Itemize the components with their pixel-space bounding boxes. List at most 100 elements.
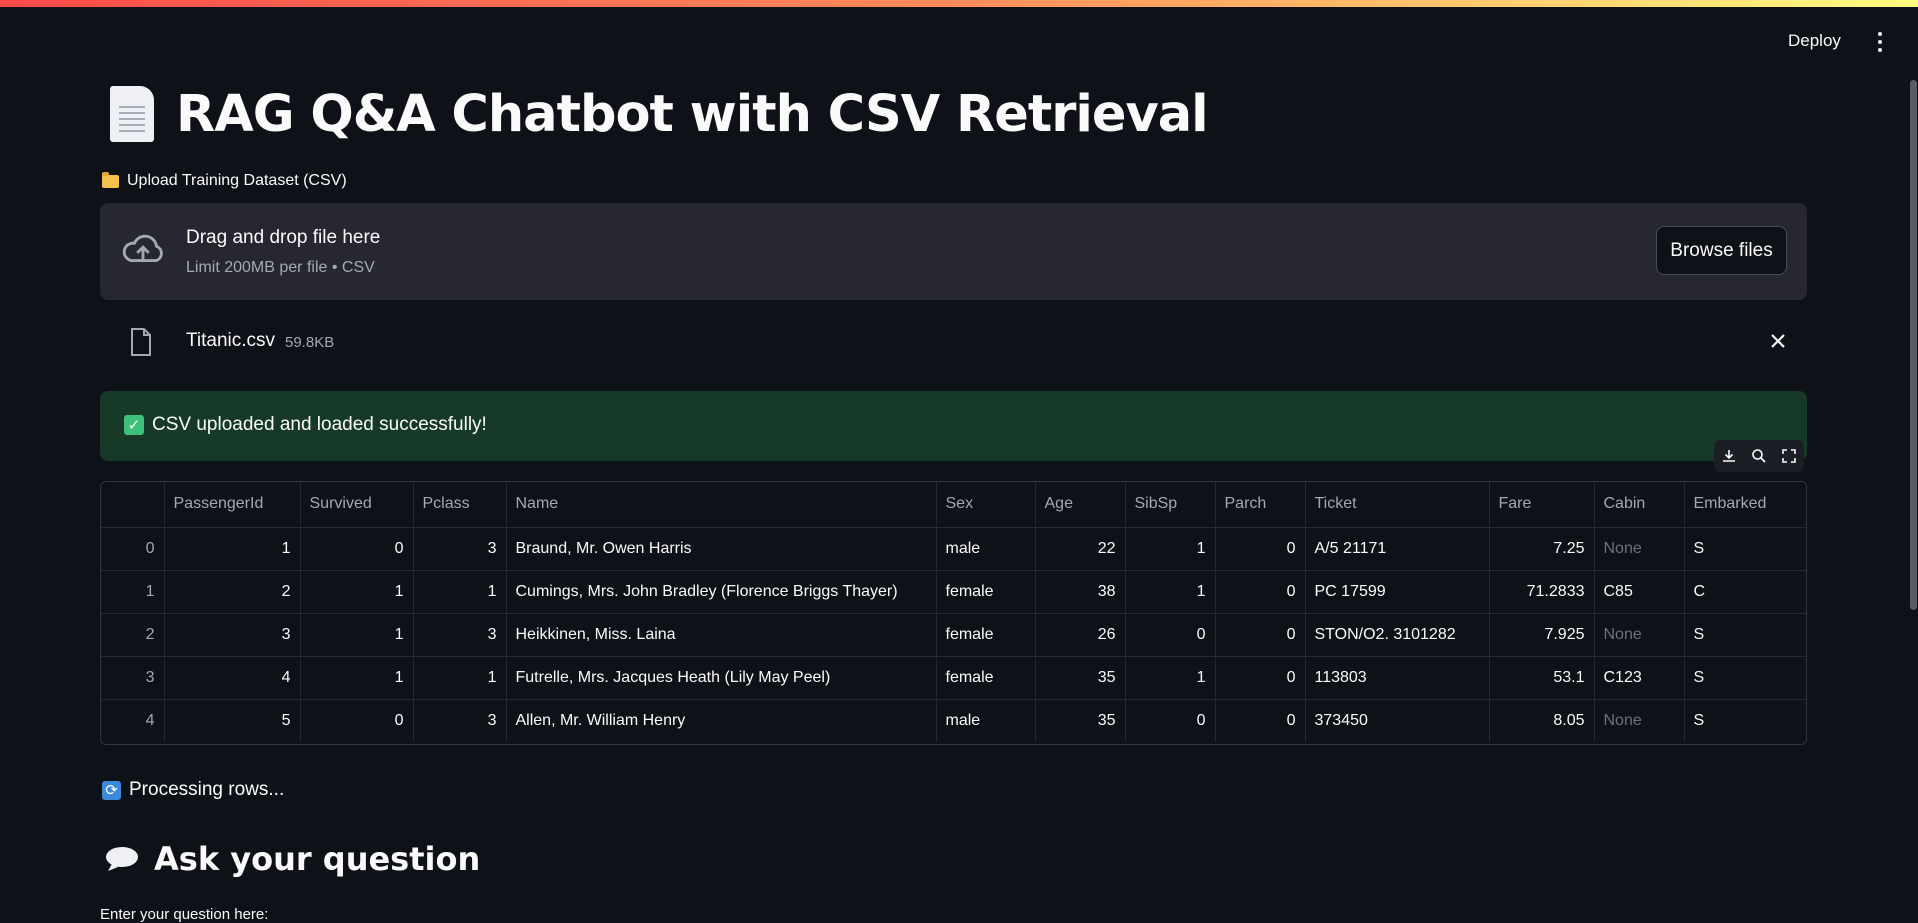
- table-cell[interactable]: 0: [1215, 570, 1306, 614]
- table-cell[interactable]: 1: [1125, 570, 1216, 614]
- column-header[interactable]: Sex: [936, 482, 1036, 528]
- table-cell[interactable]: 0: [1215, 613, 1306, 657]
- file-name: Titanic.csv: [186, 330, 276, 351]
- success-alert: ✓ CSV uploaded and loaded successfully!: [100, 391, 1807, 461]
- table-cell[interactable]: Heikkinen, Miss. Laina: [506, 613, 937, 657]
- column-header[interactable]: Parch: [1215, 482, 1306, 528]
- column-header[interactable]: Survived: [300, 482, 414, 528]
- row-index[interactable]: 1: [101, 570, 165, 614]
- column-header[interactable]: Name: [506, 482, 937, 528]
- row-index[interactable]: 0: [101, 527, 165, 571]
- search-icon[interactable]: [1751, 448, 1767, 464]
- row-index[interactable]: 3: [101, 656, 165, 700]
- table-cell[interactable]: 7.25: [1489, 527, 1595, 571]
- table-cell[interactable]: male: [936, 527, 1036, 571]
- table-cell[interactable]: 0: [1215, 527, 1306, 571]
- table-cell[interactable]: C123: [1594, 656, 1685, 700]
- table-cell[interactable]: 1: [413, 570, 507, 614]
- browse-files-button[interactable]: Browse files: [1656, 226, 1787, 275]
- row-index[interactable]: 2: [101, 613, 165, 657]
- table-cell[interactable]: 1: [1125, 527, 1216, 571]
- column-header[interactable]: SibSp: [1125, 482, 1216, 528]
- table-cell[interactable]: S: [1684, 699, 1806, 742]
- table-cell[interactable]: 1: [164, 527, 301, 571]
- table-cell[interactable]: 35: [1035, 699, 1126, 742]
- table-cell[interactable]: S: [1684, 527, 1806, 571]
- column-header[interactable]: Ticket: [1305, 482, 1490, 528]
- table-cell[interactable]: 2: [164, 570, 301, 614]
- table-row[interactable]: 0 1 0 3 Braund, Mr. Owen Harris male 22 1 0 A/5 2…: [101, 527, 1806, 571]
- table-row[interactable]: 1 2 1 1 Cumings, Mrs. John Bradley (Florence…: [101, 570, 1806, 614]
- table-cell[interactable]: 22: [1035, 527, 1126, 571]
- table-cell[interactable]: Futrelle, Mrs. Jacques Heath (Lily May P…: [506, 656, 937, 700]
- table-cell[interactable]: 1: [300, 613, 414, 657]
- table-cell[interactable]: STON/O2. 3101282: [1305, 613, 1490, 657]
- table-cell[interactable]: None: [1594, 699, 1685, 742]
- table-cell[interactable]: 0: [1125, 613, 1216, 657]
- table-cell[interactable]: 0: [1215, 699, 1306, 742]
- table-cell[interactable]: 7.925: [1489, 613, 1595, 657]
- table-cell[interactable]: Cumings, Mrs. John Bradley (Florence Bri…: [506, 570, 937, 614]
- table-cell[interactable]: 0: [300, 699, 414, 742]
- table-cell[interactable]: female: [936, 570, 1036, 614]
- table-cell[interactable]: S: [1684, 613, 1806, 657]
- table-cell[interactable]: 1: [300, 570, 414, 614]
- index-header[interactable]: [101, 482, 165, 528]
- top-decoration-stripe: [0, 0, 1918, 7]
- table-row[interactable]: 4 5 0 3 Allen, Mr. William Henry male 35 0 0 3734…: [101, 699, 1806, 742]
- table-cell[interactable]: 3: [413, 613, 507, 657]
- column-header[interactable]: Fare: [1489, 482, 1595, 528]
- table-cell[interactable]: 113803: [1305, 656, 1490, 700]
- column-header[interactable]: Cabin: [1594, 482, 1685, 528]
- table-cell[interactable]: A/5 21171: [1305, 527, 1490, 571]
- column-header[interactable]: Age: [1035, 482, 1126, 528]
- table-cell[interactable]: 1: [413, 656, 507, 700]
- column-header[interactable]: PassengerId: [164, 482, 301, 528]
- data-table: PassengerId Survived Pclass Name Sex Age SibSp…: [101, 482, 1806, 742]
- processing-status: ⟳ Processing rows...: [102, 779, 284, 801]
- table-cell[interactable]: 35: [1035, 656, 1126, 700]
- page-scrollbar[interactable]: [1910, 80, 1917, 610]
- table-cell[interactable]: 1: [1125, 656, 1216, 700]
- column-header[interactable]: Pclass: [413, 482, 507, 528]
- table-cell[interactable]: Allen, Mr. William Henry: [506, 699, 937, 742]
- table-cell[interactable]: 3: [164, 613, 301, 657]
- download-icon[interactable]: [1721, 448, 1737, 464]
- table-cell[interactable]: 38: [1035, 570, 1126, 614]
- table-cell[interactable]: PC 17599: [1305, 570, 1490, 614]
- table-row[interactable]: 2 3 1 3 Heikkinen, Miss. Laina female 26 0 0 STON…: [101, 613, 1806, 657]
- table-cell[interactable]: 3: [413, 699, 507, 742]
- table-cell[interactable]: 8.05: [1489, 699, 1595, 742]
- table-row[interactable]: 3 4 1 1 Futrelle, Mrs. Jacques Heath (Lily M…: [101, 656, 1806, 700]
- page-title: RAG Q&A Chatbot with CSV Retrieval: [176, 84, 1209, 144]
- table-cell[interactable]: None: [1594, 527, 1685, 571]
- table-cell[interactable]: 5: [164, 699, 301, 742]
- file-dropzone[interactable]: Drag and drop file here Limit 200MB per …: [100, 203, 1807, 300]
- deploy-button[interactable]: Deploy: [1782, 30, 1847, 52]
- table-cell[interactable]: 0: [300, 527, 414, 571]
- close-icon[interactable]: [1765, 328, 1791, 354]
- table-cell[interactable]: 1: [300, 656, 414, 700]
- table-cell[interactable]: 4: [164, 656, 301, 700]
- table-cell[interactable]: 53.1: [1489, 656, 1595, 700]
- table-cell[interactable]: 373450: [1305, 699, 1490, 742]
- table-cell[interactable]: 0: [1125, 699, 1216, 742]
- dataframe[interactable]: PassengerId Survived Pclass Name Sex Age SibSp…: [100, 481, 1807, 745]
- fullscreen-icon[interactable]: [1781, 448, 1797, 464]
- success-message: CSV uploaded and loaded successfully!: [152, 414, 487, 435]
- table-cell[interactable]: 0: [1215, 656, 1306, 700]
- table-cell[interactable]: 26: [1035, 613, 1126, 657]
- table-cell[interactable]: S: [1684, 656, 1806, 700]
- more-vertical-icon[interactable]: [1870, 29, 1890, 55]
- table-cell[interactable]: None: [1594, 613, 1685, 657]
- table-cell[interactable]: Braund, Mr. Owen Harris: [506, 527, 937, 571]
- row-index[interactable]: 4: [101, 699, 165, 742]
- table-cell[interactable]: female: [936, 613, 1036, 657]
- table-cell[interactable]: female: [936, 656, 1036, 700]
- column-header[interactable]: Embarked: [1684, 482, 1806, 528]
- table-cell[interactable]: male: [936, 699, 1036, 742]
- table-cell[interactable]: C85: [1594, 570, 1685, 614]
- table-cell[interactable]: 71.2833: [1489, 570, 1595, 614]
- table-cell[interactable]: C: [1684, 570, 1806, 614]
- table-cell[interactable]: 3: [413, 527, 507, 571]
